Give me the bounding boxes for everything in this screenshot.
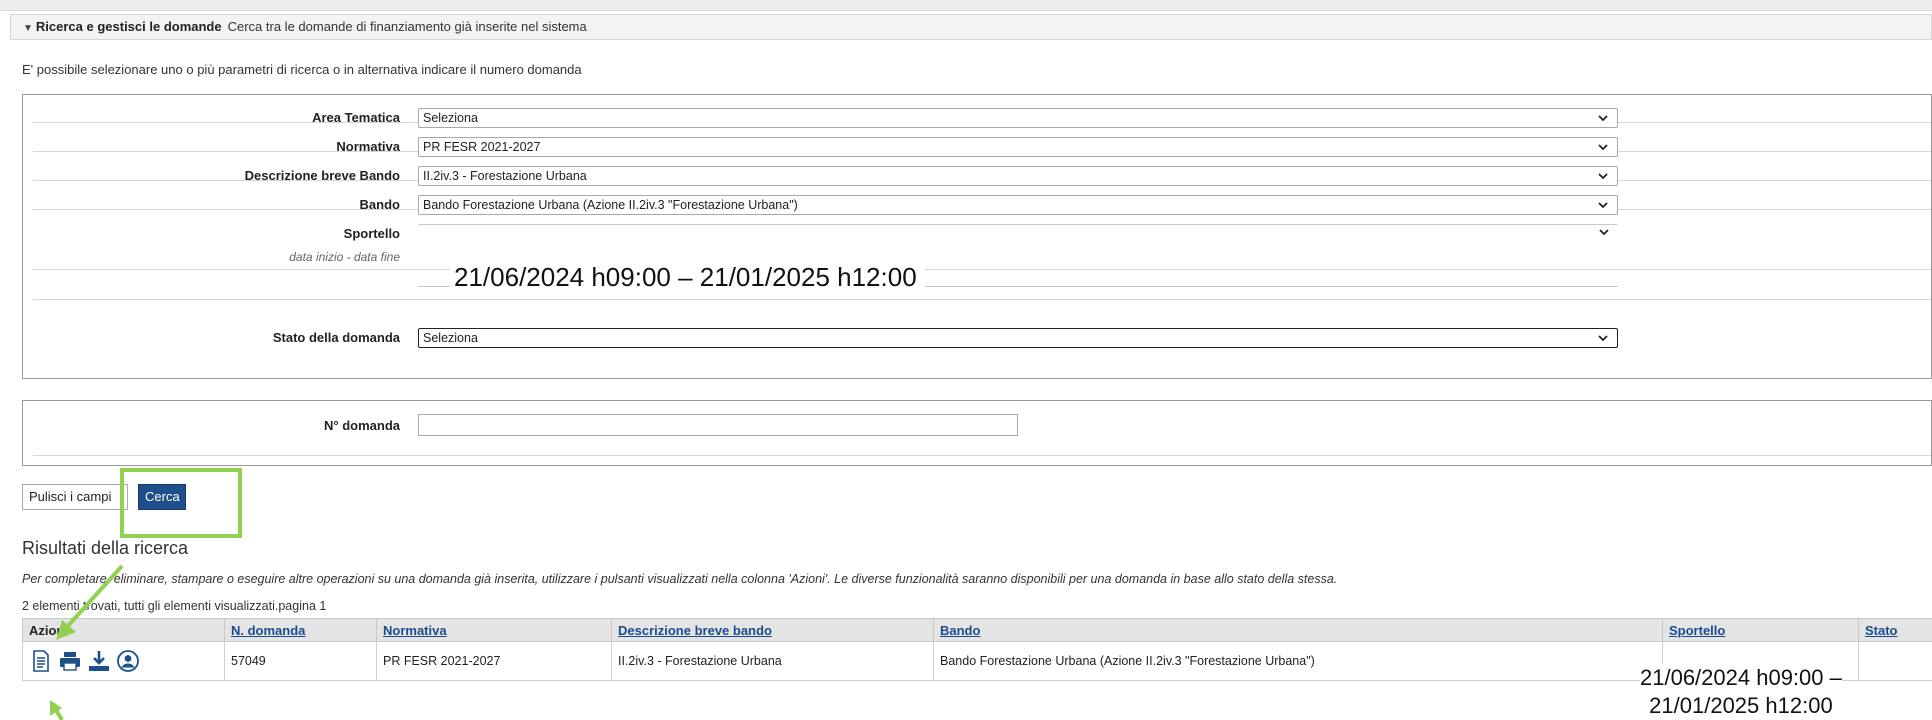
table-header-row: Azioni N. domanda Normativa Descrizione … <box>22 618 1932 642</box>
descrizione-bando-label: Descrizione breve Bando <box>244 168 400 183</box>
area-tematica-label: Area Tematica <box>312 110 400 125</box>
column-header-bando[interactable]: Bando <box>933 618 1663 642</box>
sportello-label: Sportello <box>343 226 400 241</box>
sort-link-bando[interactable]: Bando <box>940 623 980 638</box>
column-header-normativa[interactable]: Normativa <box>376 618 612 642</box>
descrizione-bando-select[interactable]: II.2iv.3 - Forestazione Urbana <box>418 166 1618 186</box>
chevron-down-icon <box>1598 173 1608 180</box>
column-header-numero[interactable]: N. domanda <box>224 618 377 642</box>
results-title: Risultati della ricerca <box>22 538 189 558</box>
area-tematica-value: Seleziona <box>423 111 478 125</box>
sort-link-descrizione[interactable]: Descrizione breve bando <box>618 623 772 638</box>
sportello-select[interactable] <box>418 224 1618 240</box>
chevron-down-icon <box>1598 144 1608 151</box>
chevron-down-icon <box>1598 335 1608 342</box>
clear-fields-button[interactable]: Pulisci i campi <box>22 484 128 510</box>
user-icon[interactable] <box>116 649 140 673</box>
actions-cell <box>22 641 225 681</box>
sort-link-normativa[interactable]: Normativa <box>383 623 447 638</box>
intro-text: E' possibile selezionare uno o più param… <box>22 62 582 77</box>
section-title: Ricerca e gestisci le domande <box>35 19 222 34</box>
chevron-down-icon <box>1598 115 1608 122</box>
highlight-box <box>120 468 242 538</box>
sort-link-stato[interactable]: Stato <box>1865 623 1898 638</box>
bando-value: Bando Forestazione Urbana (Azione II.2iv… <box>423 198 798 212</box>
chevron-down-icon <box>1598 202 1608 209</box>
download-icon[interactable] <box>87 649 111 673</box>
row-divider <box>33 455 1931 456</box>
stato-domanda-label: Stato della domanda <box>272 330 400 345</box>
sort-link-sportello[interactable]: Sportello <box>1669 623 1725 638</box>
sort-link-numero[interactable]: N. domanda <box>231 623 305 638</box>
sportello-date-line2: 21/01/2025 h12:00 <box>1649 693 1833 718</box>
print-icon[interactable] <box>58 649 82 673</box>
bando-select[interactable]: Bando Forestazione Urbana (Azione II.2iv… <box>418 195 1618 215</box>
bando-label: Bando <box>359 197 400 212</box>
section-header[interactable]: ▼ Ricerca e gestisci le domande Cerca tra … <box>10 14 1932 40</box>
descrizione-bando-value: II.2iv.3 - Forestazione Urbana <box>423 169 587 183</box>
column-header-sportello[interactable]: Sportello <box>1662 618 1859 642</box>
results-note: Per completare, eliminare, stampare o es… <box>22 572 1338 586</box>
stato-cell <box>1858 641 1932 681</box>
numero-domanda-label: N° domanda <box>324 418 400 433</box>
column-header-descrizione[interactable]: Descrizione breve bando <box>611 618 934 642</box>
normativa-select[interactable]: PR FESR 2021-2027 <box>418 137 1618 157</box>
sportello-date-stamp: 21/06/2024 h09:00 – 21/01/2025 h12:00 <box>1640 664 1842 720</box>
normativa-value: PR FESR 2021-2027 <box>423 140 541 154</box>
chevron-down-icon <box>1599 229 1609 236</box>
numero-cell: 57049 <box>224 641 377 681</box>
stato-domanda-value: Seleziona <box>423 331 478 345</box>
row-divider <box>33 299 1931 300</box>
column-header-azioni: Azioni <box>22 618 225 642</box>
section-description: Cerca tra le domande di finanziamento gi… <box>227 19 587 34</box>
top-strip <box>0 0 1932 11</box>
sportello-date-overlay: 21/06/2024 h09:00 – 21/01/2025 h12:00 <box>450 262 925 293</box>
collapse-triangle-icon[interactable]: ▼ <box>23 23 33 34</box>
column-header-stato[interactable]: Stato <box>1858 618 1932 642</box>
results-count: 2 elementi trovati, tutti gli elementi v… <box>22 599 327 613</box>
numero-domanda-input[interactable] <box>418 414 1018 436</box>
normativa-label: Normativa <box>336 139 400 154</box>
document-icon[interactable] <box>29 649 53 673</box>
sportello-sublabel: data inizio - data fine <box>289 250 400 264</box>
normativa-cell: PR FESR 2021-2027 <box>376 641 612 681</box>
bando-cell: Bando Forestazione Urbana (Azione II.2iv… <box>933 641 1663 681</box>
stato-domanda-select[interactable]: Seleziona <box>418 328 1618 348</box>
sportello-date-line1: 21/06/2024 h09:00 – <box>1640 665 1842 690</box>
row-divider <box>33 269 1931 270</box>
area-tematica-select[interactable]: Seleziona <box>418 108 1618 128</box>
descrizione-cell: II.2iv.3 - Forestazione Urbana <box>611 641 934 681</box>
annotation-arrow-up <box>50 700 64 720</box>
